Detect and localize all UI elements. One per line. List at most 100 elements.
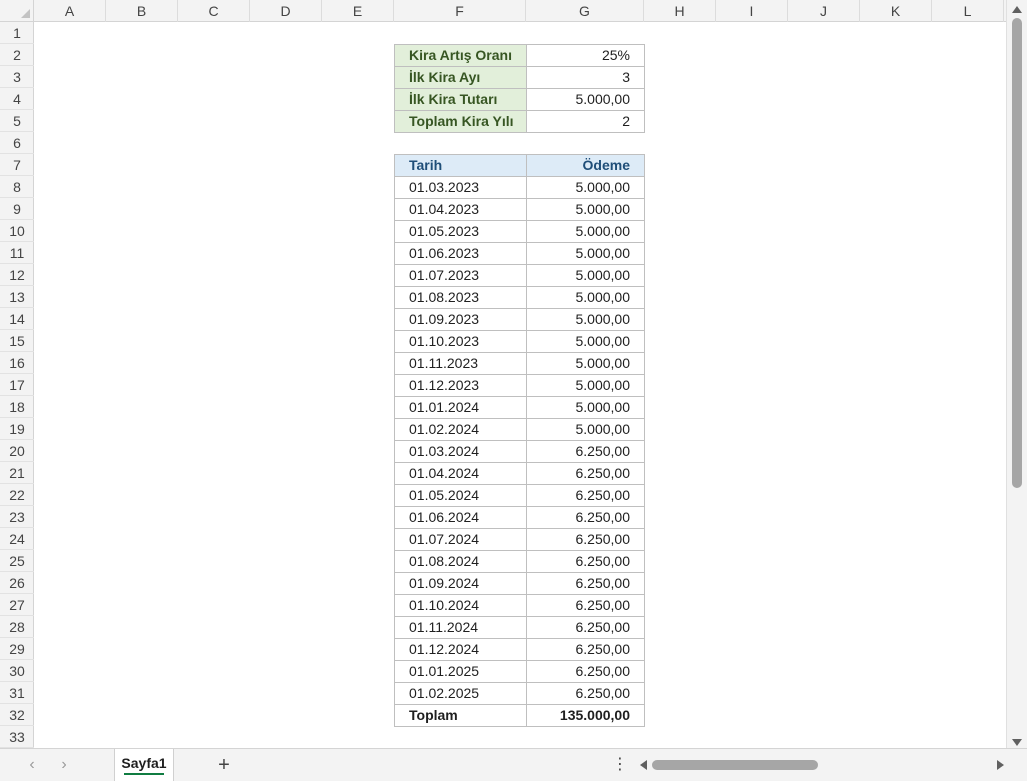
payment-cell[interactable]: 6.250,00 — [526, 484, 645, 507]
payment-cell[interactable]: 5.000,00 — [526, 352, 645, 375]
payment-cell[interactable]: 6.250,00 — [526, 506, 645, 529]
row-header-10[interactable]: 10 — [0, 220, 34, 242]
row-header-15[interactable]: 15 — [0, 330, 34, 352]
row-header-19[interactable]: 19 — [0, 418, 34, 440]
row-header-25[interactable]: 25 — [0, 550, 34, 572]
date-cell[interactable]: 01.03.2024 — [394, 440, 527, 463]
payment-cell[interactable]: 5.000,00 — [526, 330, 645, 353]
date-cell[interactable]: 01.10.2023 — [394, 330, 527, 353]
payment-cell[interactable]: 6.250,00 — [526, 462, 645, 485]
row-header-13[interactable]: 13 — [0, 286, 34, 308]
date-cell[interactable]: 01.02.2024 — [394, 418, 527, 441]
row-header-6[interactable]: 6 — [0, 132, 34, 154]
param-value-cell[interactable]: 25% — [526, 44, 645, 67]
payment-cell[interactable]: 6.250,00 — [526, 594, 645, 617]
payment-cell[interactable]: 6.250,00 — [526, 660, 645, 683]
row-header-4[interactable]: 4 — [0, 88, 34, 110]
param-value-cell[interactable]: 3 — [526, 66, 645, 89]
date-cell[interactable]: 01.12.2024 — [394, 638, 527, 661]
more-options-icon[interactable]: ⋮ — [612, 754, 628, 776]
date-cell[interactable]: 01.10.2024 — [394, 594, 527, 617]
date-cell[interactable]: 01.03.2023 — [394, 176, 527, 199]
table-header-tarih[interactable]: Tarih — [394, 154, 527, 177]
date-cell[interactable]: 01.08.2023 — [394, 286, 527, 309]
row-header-31[interactable]: 31 — [0, 682, 34, 704]
row-header-21[interactable]: 21 — [0, 462, 34, 484]
payment-cell[interactable]: 5.000,00 — [526, 308, 645, 331]
total-label-cell[interactable]: Toplam — [394, 704, 527, 727]
scroll-right-icon[interactable] — [997, 760, 1004, 770]
column-header-e[interactable]: E — [322, 0, 394, 22]
column-header-f[interactable]: F — [394, 0, 526, 22]
row-header-26[interactable]: 26 — [0, 572, 34, 594]
param-label-cell[interactable]: Kira Artış Oranı — [394, 44, 527, 67]
row-header-29[interactable]: 29 — [0, 638, 34, 660]
scroll-up-icon[interactable] — [1012, 6, 1022, 13]
payment-cell[interactable]: 5.000,00 — [526, 264, 645, 287]
row-header-9[interactable]: 9 — [0, 198, 34, 220]
payment-cell[interactable]: 5.000,00 — [526, 220, 645, 243]
row-header-30[interactable]: 30 — [0, 660, 34, 682]
param-label-cell[interactable]: İlk Kira Ayı — [394, 66, 527, 89]
row-header-20[interactable]: 20 — [0, 440, 34, 462]
scroll-down-icon[interactable] — [1012, 739, 1022, 746]
row-header-8[interactable]: 8 — [0, 176, 34, 198]
date-cell[interactable]: 01.08.2024 — [394, 550, 527, 573]
param-label-cell[interactable]: İlk Kira Tutarı — [394, 88, 527, 111]
row-header-18[interactable]: 18 — [0, 396, 34, 418]
column-header-c[interactable]: C — [178, 0, 250, 22]
row-header-17[interactable]: 17 — [0, 374, 34, 396]
column-header-g[interactable]: G — [526, 0, 644, 22]
column-header-a[interactable]: A — [34, 0, 106, 22]
param-label-cell[interactable]: Toplam Kira Yılı — [394, 110, 527, 133]
payment-cell[interactable]: 6.250,00 — [526, 616, 645, 639]
param-value-cell[interactable]: 5.000,00 — [526, 88, 645, 111]
date-cell[interactable]: 01.11.2024 — [394, 616, 527, 639]
date-cell[interactable]: 01.06.2023 — [394, 242, 527, 265]
row-header-3[interactable]: 3 — [0, 66, 34, 88]
row-header-22[interactable]: 22 — [0, 484, 34, 506]
date-cell[interactable]: 01.12.2023 — [394, 374, 527, 397]
payment-cell[interactable]: 6.250,00 — [526, 528, 645, 551]
row-header-24[interactable]: 24 — [0, 528, 34, 550]
column-header-d[interactable]: D — [250, 0, 322, 22]
column-header-k[interactable]: K — [860, 0, 932, 22]
param-value-cell[interactable]: 2 — [526, 110, 645, 133]
date-cell[interactable]: 01.04.2023 — [394, 198, 527, 221]
payment-cell[interactable]: 5.000,00 — [526, 374, 645, 397]
table-header-odeme[interactable]: Ödeme — [526, 154, 645, 177]
vertical-scrollbar[interactable] — [1006, 0, 1027, 748]
payment-cell[interactable]: 5.000,00 — [526, 242, 645, 265]
row-header-14[interactable]: 14 — [0, 308, 34, 330]
date-cell[interactable]: 01.07.2023 — [394, 264, 527, 287]
payment-cell[interactable]: 5.000,00 — [526, 198, 645, 221]
scroll-left-icon[interactable] — [640, 760, 647, 770]
date-cell[interactable]: 01.01.2025 — [394, 660, 527, 683]
date-cell[interactable]: 01.07.2024 — [394, 528, 527, 551]
total-value-cell[interactable]: 135.000,00 — [526, 704, 645, 727]
cell-grid[interactable]: Kira Artış Oranı 25% İlk Kira Ayı 3 İlk Kira… — [34, 22, 1006, 748]
vertical-scroll-thumb[interactable] — [1012, 18, 1022, 488]
payment-cell[interactable]: 5.000,00 — [526, 396, 645, 419]
column-header-l[interactable]: L — [932, 0, 1004, 22]
row-header-2[interactable]: 2 — [0, 44, 34, 66]
payment-cell[interactable]: 6.250,00 — [526, 572, 645, 595]
date-cell[interactable]: 01.09.2024 — [394, 572, 527, 595]
payment-cell[interactable]: 6.250,00 — [526, 638, 645, 661]
date-cell[interactable]: 01.05.2024 — [394, 484, 527, 507]
worksheet-area[interactable]: ABCDEFGHIJKL 1 2 3 4 5 6 7 8 9 10 11 12 13 14 15 16 17 18… — [0, 0, 1006, 748]
column-header-j[interactable]: J — [788, 0, 860, 22]
sheet-tab-sayfa1[interactable]: Sayfa1 — [114, 749, 174, 781]
horizontal-scroll-thumb[interactable] — [652, 760, 818, 770]
row-header-27[interactable]: 27 — [0, 594, 34, 616]
row-header-32[interactable]: 32 — [0, 704, 34, 726]
date-cell[interactable]: 01.01.2024 — [394, 396, 527, 419]
payment-cell[interactable]: 6.250,00 — [526, 682, 645, 705]
payment-cell[interactable]: 5.000,00 — [526, 286, 645, 309]
row-header-28[interactable]: 28 — [0, 616, 34, 638]
column-header-i[interactable]: I — [716, 0, 788, 22]
row-header-11[interactable]: 11 — [0, 242, 34, 264]
row-header-12[interactable]: 12 — [0, 264, 34, 286]
payment-cell[interactable]: 5.000,00 — [526, 418, 645, 441]
next-sheet-icon[interactable]: › — [54, 755, 74, 775]
